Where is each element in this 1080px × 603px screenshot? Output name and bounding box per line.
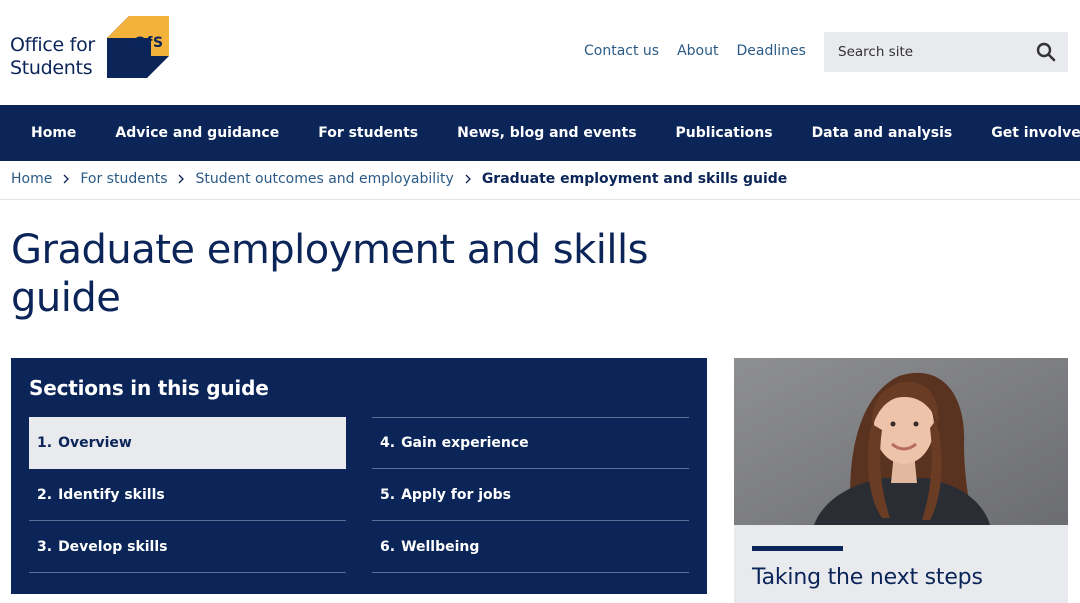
ofs-logo[interactable]: Office for Students OfS: [10, 16, 180, 80]
section-link-apply-for-jobs[interactable]: 5. Apply for jobs: [372, 469, 689, 521]
section-label: Wellbeing: [401, 538, 480, 555]
logo-line-2: Students: [10, 57, 93, 79]
nav-home[interactable]: Home: [31, 125, 76, 141]
breadcrumb-current: Graduate employment and skills guide: [481, 171, 788, 187]
section-label: Apply for jobs: [401, 486, 511, 503]
header-links: Contact us About Deadlines: [584, 43, 806, 59]
logo-wordmark: Office for Students: [10, 34, 95, 80]
logo-abbr: OfS: [134, 35, 164, 51]
section-link-wellbeing[interactable]: 6. Wellbeing: [372, 521, 689, 573]
nav-publications[interactable]: Publications: [676, 125, 773, 141]
nav-for-students[interactable]: For students: [318, 125, 418, 141]
breadcrumb: Home For students Student outcomes and e…: [11, 171, 787, 187]
site-header: Office for Students OfS Contact us About…: [0, 0, 1080, 105]
section-link-overview[interactable]: 1. Overview: [29, 417, 346, 469]
promo-title[interactable]: Taking the next steps: [752, 565, 983, 590]
promo-card[interactable]: Taking the next steps: [734, 358, 1068, 603]
breadcrumb-home[interactable]: Home: [11, 171, 52, 187]
contact-us-link[interactable]: Contact us: [584, 43, 659, 59]
sections-column-left: 1. Overview 2. Identify skills 3. Develo…: [29, 417, 346, 573]
breadcrumb-for-students[interactable]: For students: [80, 171, 167, 187]
about-link[interactable]: About: [677, 43, 718, 59]
section-number: 1.: [37, 434, 53, 451]
nav-news-blog-events[interactable]: News, blog and events: [457, 125, 636, 141]
section-label: Overview: [58, 434, 132, 451]
deadlines-link[interactable]: Deadlines: [737, 43, 806, 59]
breadcrumb-student-outcomes[interactable]: Student outcomes and employability: [195, 171, 453, 187]
chevron-right-icon: [179, 174, 185, 184]
section-link-gain-experience[interactable]: 4. Gain experience: [372, 417, 689, 469]
section-number: 4.: [380, 435, 396, 451]
nav-get-involved[interactable]: Get involved: [991, 125, 1080, 141]
page-title: Graduate employment and skills guide: [11, 227, 648, 321]
portrait-photo: [734, 358, 1068, 525]
promo-accent-rule: [752, 546, 843, 551]
search-box: [824, 32, 1068, 72]
logo-line-1: Office for: [10, 34, 95, 56]
guide-sections-panel: Sections in this guide 1. Overview 2. Id…: [11, 358, 707, 594]
search-icon[interactable]: [1036, 42, 1056, 62]
sections-heading: Sections in this guide: [29, 376, 269, 400]
section-number: 5.: [380, 486, 396, 503]
section-link-develop-skills[interactable]: 3. Develop skills: [29, 521, 346, 573]
breadcrumb-divider: [0, 199, 1080, 200]
section-label: Identify skills: [58, 486, 165, 503]
section-number: 6.: [380, 538, 396, 555]
chevron-right-icon: [465, 174, 471, 184]
chevron-right-icon: [63, 174, 70, 184]
nav-advice-and-guidance[interactable]: Advice and guidance: [115, 125, 279, 141]
search-input[interactable]: [838, 44, 1036, 60]
section-label: Develop skills: [58, 538, 168, 555]
section-number: 2.: [37, 486, 53, 503]
section-link-identify-skills[interactable]: 2. Identify skills: [29, 469, 346, 521]
section-number: 3.: [37, 538, 53, 555]
main-nav: Home Advice and guidance For students Ne…: [0, 105, 1080, 161]
nav-data-and-analysis[interactable]: Data and analysis: [812, 125, 953, 141]
sections-column-right: 4. Gain experience 5. Apply for jobs 6. …: [372, 417, 689, 573]
section-label: Gain experience: [401, 435, 529, 451]
